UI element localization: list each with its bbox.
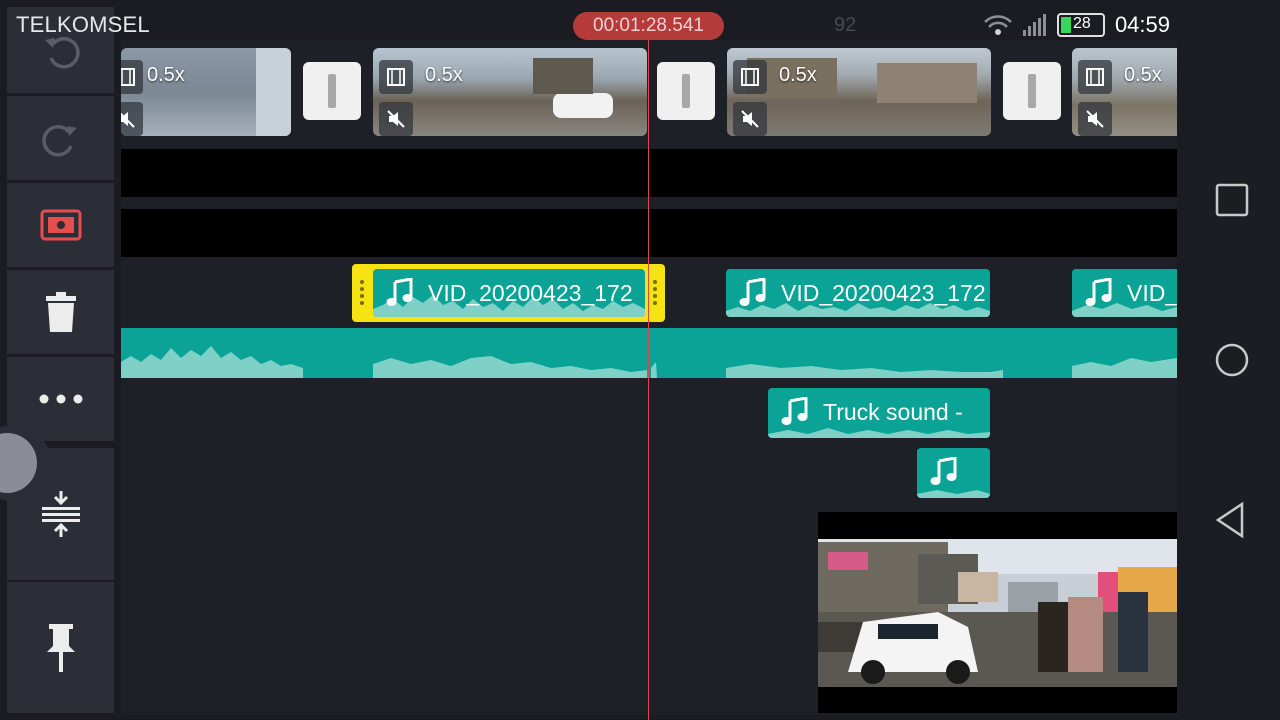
screen-capture-icon bbox=[40, 209, 81, 241]
status-icons: 28 04:59 bbox=[983, 12, 1170, 38]
audio-clip-truck[interactable]: Truck sound - bbox=[768, 388, 990, 438]
video-clip-2[interactable]: 0.5x bbox=[373, 48, 647, 136]
ghost-counter: 92 bbox=[834, 14, 857, 36]
film-icon bbox=[379, 60, 413, 94]
home-icon[interactable] bbox=[1212, 340, 1252, 380]
trim-handle-left-icon[interactable] bbox=[358, 278, 366, 308]
carrier-name: TELKOMSEL bbox=[16, 12, 150, 37]
music-note-icon bbox=[781, 397, 808, 425]
more-icon bbox=[39, 394, 82, 404]
pin-icon bbox=[46, 623, 75, 672]
music-note-icon bbox=[930, 457, 957, 485]
transition-button-3[interactable] bbox=[1003, 62, 1061, 120]
film-icon bbox=[733, 60, 767, 94]
transition-button-1[interactable] bbox=[303, 62, 361, 120]
music-note-icon bbox=[386, 278, 413, 306]
pin-button[interactable] bbox=[7, 580, 114, 713]
video-clip-4[interactable]: 0.5x bbox=[1072, 48, 1177, 136]
back-icon[interactable] bbox=[1212, 500, 1252, 540]
trim-handle-right-icon[interactable] bbox=[651, 278, 659, 308]
empty-layer-track[interactable] bbox=[121, 209, 1177, 257]
clip-speed-label: 0.5x bbox=[779, 64, 817, 86]
audio-clip-small[interactable] bbox=[917, 448, 990, 498]
transition-button-2[interactable] bbox=[657, 62, 715, 120]
mute-icon bbox=[379, 102, 413, 136]
audio-clip-1[interactable]: VID_20200423_172 bbox=[373, 269, 645, 317]
audio-track-lane[interactable] bbox=[121, 328, 1177, 378]
mute-icon bbox=[733, 102, 767, 136]
video-clip-3[interactable]: 0.5x bbox=[727, 48, 991, 136]
wifi-icon bbox=[984, 15, 1012, 35]
battery-level: 28 bbox=[1072, 15, 1091, 32]
preview-frame bbox=[818, 512, 1177, 713]
video-editor-screen: 0.5x 0.5x 0.5x 0.5x VID_20200423_172 VID… bbox=[0, 0, 1280, 720]
trash-icon bbox=[45, 292, 76, 332]
delete-button[interactable] bbox=[7, 268, 114, 354]
music-note-icon bbox=[1085, 278, 1112, 306]
signal-icon bbox=[1022, 14, 1046, 36]
battery-icon: 28 bbox=[1056, 13, 1105, 37]
film-icon bbox=[1078, 60, 1112, 94]
empty-layer-track[interactable] bbox=[121, 149, 1177, 197]
film-icon bbox=[121, 60, 143, 94]
audio-clip-2[interactable]: VID_20200423_172 bbox=[726, 269, 990, 317]
clip-speed-label: 0.5x bbox=[1124, 64, 1162, 86]
redo-button[interactable] bbox=[7, 94, 114, 180]
audio-clip-label: VID_ bbox=[1127, 280, 1177, 306]
audio-clip-3[interactable]: VID_ bbox=[1072, 269, 1177, 317]
clock: 04:59 bbox=[1114, 12, 1170, 37]
clip-speed-label: 0.5x bbox=[147, 64, 185, 86]
mute-icon bbox=[1078, 102, 1112, 136]
video-preview[interactable] bbox=[818, 512, 1177, 713]
audio-clip-label: Truck sound - bbox=[823, 399, 963, 425]
video-clip-1[interactable]: 0.5x bbox=[121, 48, 291, 136]
playhead[interactable] bbox=[648, 24, 649, 720]
audio-clip-label: VID_20200423_172 bbox=[781, 280, 986, 306]
zoom-fit-icon bbox=[41, 491, 80, 537]
screen-capture-button[interactable] bbox=[7, 181, 114, 267]
clip-speed-label: 0.5x bbox=[425, 64, 463, 86]
mute-icon bbox=[121, 102, 143, 136]
recents-icon[interactable] bbox=[1212, 180, 1252, 220]
music-note-icon bbox=[739, 278, 766, 306]
redo-icon bbox=[41, 124, 77, 157]
playhead-timecode: 00:01:28.541 bbox=[573, 12, 724, 40]
audio-clip-label: VID_20200423_172 bbox=[428, 280, 633, 306]
system-navigation-bar bbox=[1184, 0, 1280, 720]
